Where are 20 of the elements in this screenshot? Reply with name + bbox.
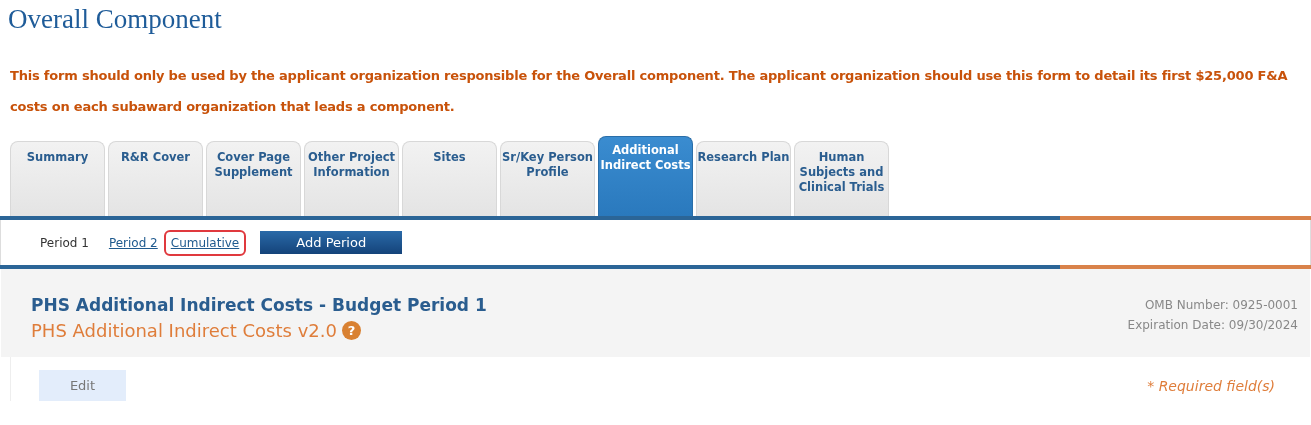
tab[interactable]: R&R Cover xyxy=(108,141,203,216)
page-title: Overall Component xyxy=(7,3,223,36)
tab[interactable]: Additional Indirect Costs xyxy=(598,136,693,216)
form-subtitle: PHS Additional Indirect Costs v2.0 xyxy=(31,320,337,341)
form-title: PHS Additional Indirect Costs - Budget Period 1 xyxy=(31,295,487,315)
notice-text: This form should only be used by the applicant organization responsible for the Overall component. The applicant organization should use this form to detail its first $25,000 F&A costs on each subaward organization that leads a component. xyxy=(9,67,1289,116)
edit-button[interactable]: Edit xyxy=(39,370,126,401)
tab[interactable]: Research Plan xyxy=(696,141,791,216)
tab[interactable]: Sr/Key Person Profile xyxy=(500,141,595,216)
tab[interactable]: Cover Page Supplement xyxy=(206,141,301,216)
period-link[interactable]: Period 2 xyxy=(108,233,158,252)
add-period-button[interactable]: Add Period xyxy=(260,231,403,254)
period-link[interactable]: Period 1 xyxy=(40,233,89,252)
tab[interactable]: Summary xyxy=(10,141,105,216)
expiration-date: Expiration Date: 09/30/2024 xyxy=(1127,317,1298,334)
tab[interactable]: Sites xyxy=(402,141,497,216)
omb-number: OMB Number: 0925-0001 xyxy=(1143,297,1298,314)
tab[interactable]: Other Project Information xyxy=(304,141,399,216)
required-note: * Required field(s) xyxy=(1147,377,1275,394)
tab[interactable]: Human Subjects and Clinical Trials xyxy=(794,141,889,216)
